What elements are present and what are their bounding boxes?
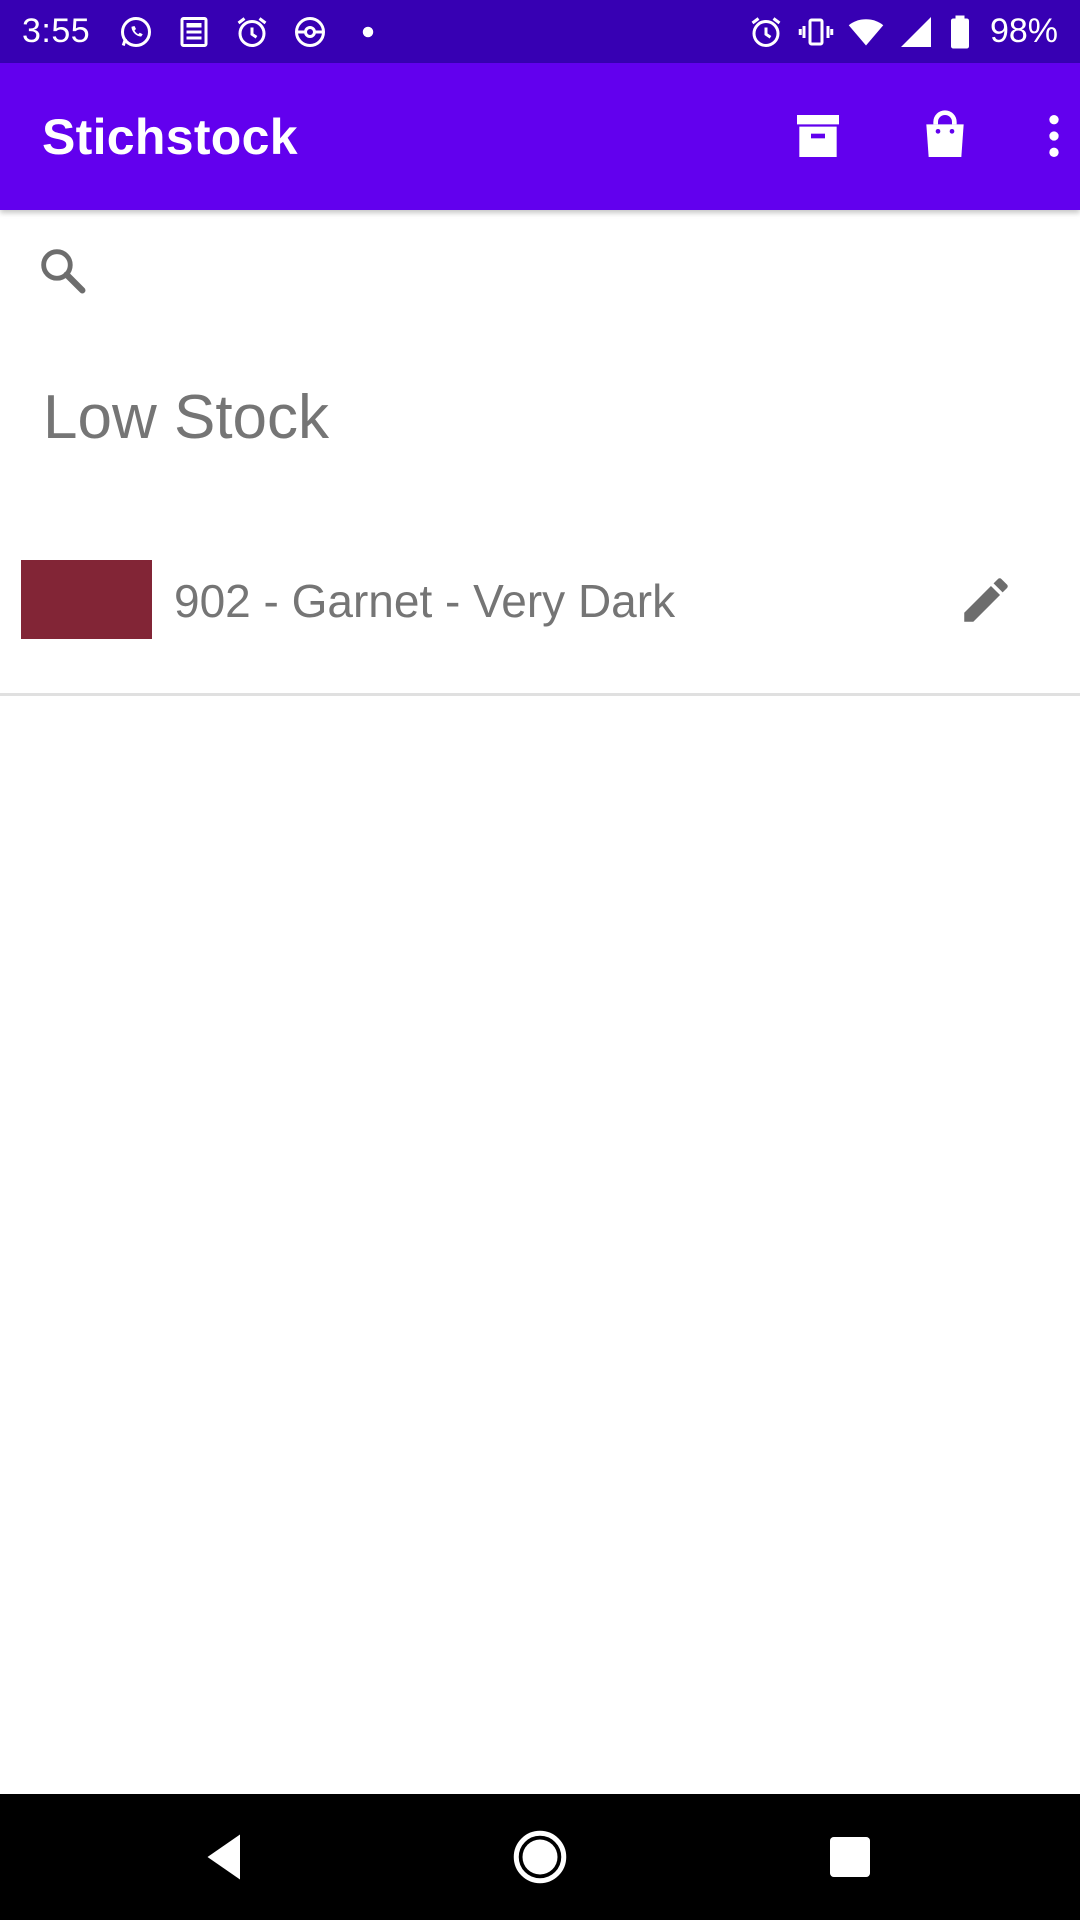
vibrate-icon xyxy=(798,14,834,50)
alarm-icon xyxy=(748,14,784,50)
battery-icon xyxy=(948,14,972,50)
section-title: Low Stock xyxy=(43,383,330,452)
search-icon[interactable] xyxy=(34,242,92,305)
color-swatch xyxy=(21,560,152,639)
shopping-bag-icon xyxy=(926,110,964,157)
navigation-bar xyxy=(0,1794,1080,1920)
list-item[interactable]: 902 - Garnet - Very Dark xyxy=(0,540,1080,696)
whatsapp-icon xyxy=(118,14,154,50)
back-button[interactable] xyxy=(190,1822,260,1892)
item-label: 902 - Garnet - Very Dark xyxy=(174,575,676,627)
home-icon xyxy=(513,1830,567,1884)
edit-icon xyxy=(964,578,1008,622)
search-input[interactable] xyxy=(112,233,1012,313)
app-title: Stichstock xyxy=(42,108,298,165)
more-vert-icon xyxy=(1049,115,1059,157)
news-icon xyxy=(176,14,212,50)
wifi-icon xyxy=(848,14,884,50)
status-bar: 3:55 98% xyxy=(0,0,1080,63)
home-button[interactable] xyxy=(505,1822,575,1892)
search-bar xyxy=(0,218,1080,328)
more-options-button[interactable] xyxy=(1018,100,1080,172)
system-icons: 98% xyxy=(748,12,1058,51)
archive-button[interactable] xyxy=(782,100,854,172)
shopping-bag-button[interactable] xyxy=(909,100,981,172)
archive-icon xyxy=(797,115,839,157)
recents-button[interactable] xyxy=(815,1822,885,1892)
recents-icon xyxy=(830,1837,870,1877)
back-icon xyxy=(207,1834,240,1880)
alarm-icon xyxy=(234,14,270,50)
status-time: 3:55 xyxy=(22,12,91,50)
app-bar: Stichstock xyxy=(0,63,1080,210)
pokeball-icon xyxy=(292,14,328,50)
notification-icons xyxy=(118,14,386,50)
signal-icon xyxy=(898,14,934,50)
dot-icon xyxy=(350,14,386,50)
battery-percent: 98% xyxy=(989,12,1058,50)
edit-button[interactable] xyxy=(952,566,1020,634)
